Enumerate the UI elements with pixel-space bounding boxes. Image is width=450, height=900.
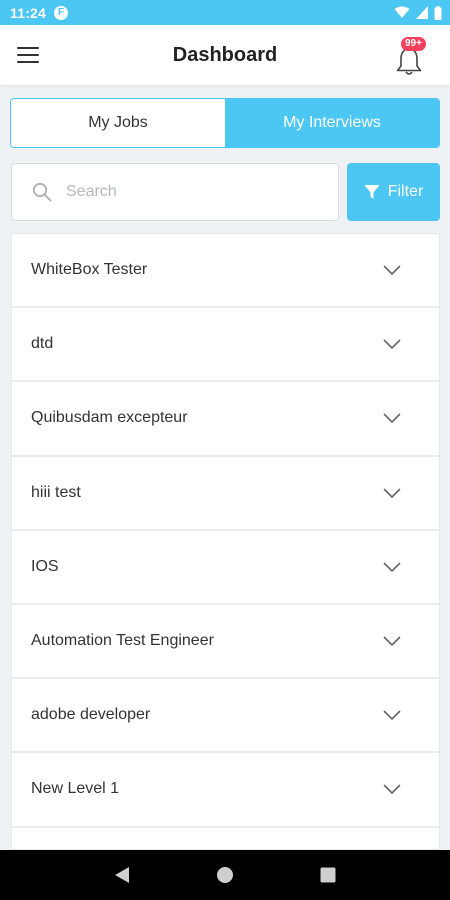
- chevron-down-icon: [383, 488, 401, 498]
- status-bar: 11:24 F: [0, 0, 450, 25]
- home-button[interactable]: [210, 860, 240, 890]
- job-title: IOS: [31, 557, 59, 575]
- chevron-down-icon: [383, 413, 401, 424]
- list-item[interactable]: Quibusdam excepteur: [12, 382, 439, 457]
- chevron-down-icon: [383, 784, 401, 795]
- job-title: adobe developer: [31, 706, 151, 724]
- chevron-down-icon: [383, 265, 401, 276]
- back-icon: [114, 867, 129, 883]
- chevron-down-icon: [383, 339, 401, 350]
- app-notification-icon: F: [54, 5, 69, 20]
- status-time: 11:24: [10, 4, 47, 21]
- chevron-down-icon: [383, 636, 401, 647]
- list-item-partial[interactable]: [12, 828, 439, 850]
- list-item[interactable]: adobe developer: [12, 679, 439, 754]
- filter-button[interactable]: Filter: [347, 163, 440, 221]
- filter-label: Filter: [387, 183, 424, 200]
- back-button[interactable]: [107, 860, 137, 890]
- recents-icon: [320, 867, 336, 883]
- menu-icon[interactable]: [17, 45, 39, 65]
- list-item[interactable]: hiii test: [12, 457, 439, 531]
- system-nav-bar: [0, 850, 450, 900]
- list-item[interactable]: WhiteBox Tester: [12, 234, 439, 309]
- search-icon: [32, 182, 52, 202]
- wifi-icon: [394, 6, 410, 18]
- signal-icon: [416, 6, 428, 19]
- app-bar: Dashboard 99+: [0, 25, 450, 85]
- battery-icon: [434, 5, 442, 20]
- chevron-down-icon: [383, 562, 401, 572]
- tab-switcher: My Jobs My Interviews: [10, 98, 440, 148]
- search-bar[interactable]: [11, 163, 339, 221]
- page-title: Dashboard: [172, 43, 278, 66]
- job-title: dtd: [31, 335, 54, 353]
- home-icon: [216, 867, 233, 883]
- list-item[interactable]: Automation Test Engineer: [12, 605, 439, 680]
- tab-my-interviews[interactable]: My Interviews: [225, 99, 439, 147]
- list-item[interactable]: New Level 1: [12, 753, 439, 828]
- tab-my-jobs[interactable]: My Jobs: [11, 99, 225, 147]
- job-title: New Level 1: [31, 780, 120, 798]
- notifications-button[interactable]: 99+: [394, 37, 428, 75]
- search-input[interactable]: [66, 183, 286, 201]
- job-title: Quibusdam excepteur: [31, 409, 188, 427]
- status-icons: [394, 5, 442, 20]
- job-title: hiii test: [31, 483, 81, 501]
- chevron-down-icon: [383, 710, 401, 721]
- job-title: WhiteBox Tester: [31, 261, 148, 279]
- list-item[interactable]: dtd: [12, 308, 439, 383]
- job-list: WhiteBox Tester dtd Quibusdam excepteur …: [11, 233, 440, 850]
- notification-badge: 99+: [401, 37, 426, 51]
- recents-button[interactable]: [313, 860, 343, 890]
- filter-icon: [364, 185, 380, 199]
- job-title: Automation Test Engineer: [31, 632, 214, 650]
- list-item[interactable]: IOS: [12, 531, 439, 605]
